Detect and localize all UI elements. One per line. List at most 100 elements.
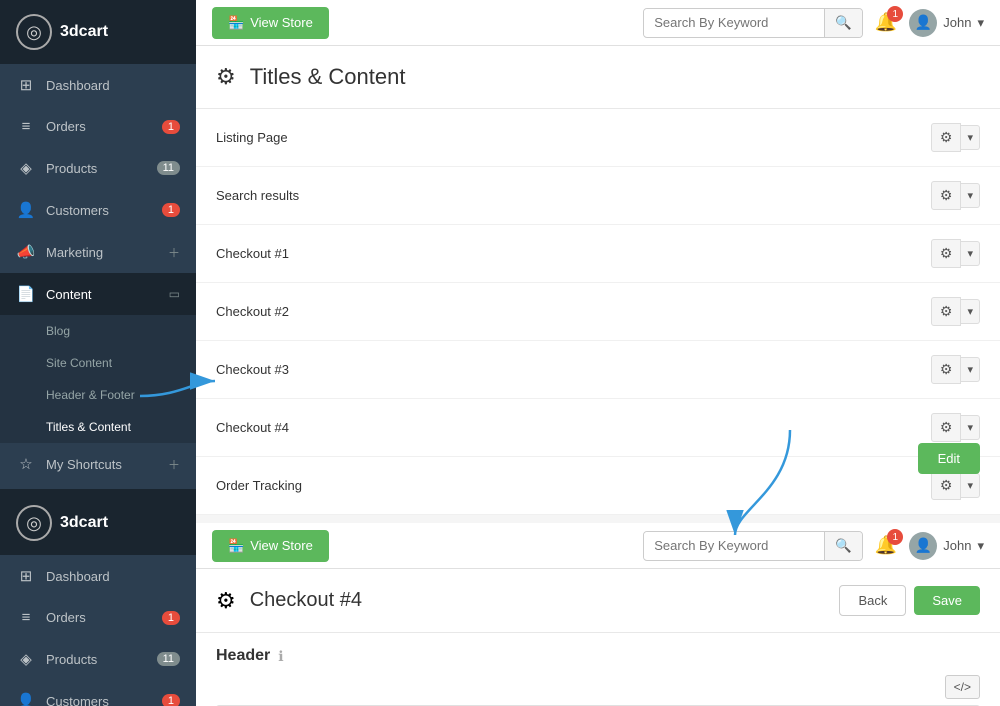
gear-caret-button[interactable]: ▾ bbox=[961, 183, 980, 208]
gear-settings-button[interactable]: ⚙ bbox=[931, 413, 962, 442]
sidebar-item-label: My Shortcuts bbox=[46, 457, 168, 472]
gear-dropdown: ⚙ ▾ bbox=[931, 123, 980, 152]
section-title: Header bbox=[216, 647, 270, 665]
list-item-checkout-4[interactable]: Checkout #4 ⚙ ▾ Edit bbox=[196, 399, 1000, 457]
notification-button[interactable]: 🔔 1 bbox=[875, 12, 897, 33]
list-item-checkout-1[interactable]: Checkout #1 ⚙ ▾ bbox=[196, 225, 1000, 283]
user-caret-icon: ▾ bbox=[977, 15, 984, 31]
collapse-icon: ▭ bbox=[169, 287, 180, 301]
sidebar-item-label: Marketing bbox=[46, 245, 168, 260]
gear-caret-button[interactable]: ▾ bbox=[961, 357, 980, 382]
sidebar-item-marketing[interactable]: 📣 Marketing ＋ bbox=[0, 231, 196, 273]
section-header: Header ℹ bbox=[196, 633, 1000, 675]
list-item-listing-page[interactable]: Listing Page ⚙ ▾ bbox=[196, 109, 1000, 167]
products-badge-2: 11 bbox=[157, 652, 180, 666]
main-content: 🏪 View Store 🔍 🔔 1 👤 John ▾ bbox=[196, 0, 1000, 706]
sidebar-item-label: Dashboard bbox=[46, 569, 180, 584]
gear-dropdown: ⚙ ▾ bbox=[931, 181, 980, 210]
user-menu-button[interactable]: 👤 John ▾ bbox=[909, 9, 984, 37]
gear-settings-button[interactable]: ⚙ bbox=[931, 297, 962, 326]
view-store-label: View Store bbox=[250, 15, 313, 30]
list-item-name: Checkout #2 bbox=[216, 304, 931, 319]
sidebar-item-customers2[interactable]: 👤 Customers 1 bbox=[0, 680, 196, 706]
store-icon: 🏪 bbox=[228, 15, 244, 31]
content-area: ⚙ Titles & Content Listing Page ⚙ ▾ Sear… bbox=[196, 46, 1000, 706]
gear-settings-button[interactable]: ⚙ bbox=[931, 239, 962, 268]
sidebar-item-products2[interactable]: ◈ Products 11 bbox=[0, 638, 196, 680]
sidebar-item-dashboard[interactable]: ⊞ Dashboard bbox=[0, 64, 196, 106]
search-input-2[interactable] bbox=[644, 532, 824, 559]
gear-icon-2: ⚙ bbox=[216, 588, 236, 614]
gear-settings-button[interactable]: ⚙ bbox=[931, 471, 962, 500]
gear-caret-button[interactable]: ▾ bbox=[961, 125, 980, 150]
sidebar-subitem-header-footer[interactable]: Header & Footer bbox=[0, 379, 196, 411]
sidebar-item-dashboard2[interactable]: ⊞ Dashboard bbox=[0, 555, 196, 597]
list-item-checkout-3[interactable]: Checkout #3 ⚙ ▾ bbox=[196, 341, 1000, 399]
sidebar-item-products[interactable]: ◈ Products 11 bbox=[0, 147, 196, 189]
user-label: John bbox=[943, 15, 971, 30]
sidebar-item-orders[interactable]: ≡ Orders 1 bbox=[0, 106, 196, 147]
header-footer-label: Header & Footer bbox=[46, 388, 135, 402]
search-button-2[interactable]: 🔍 bbox=[824, 532, 862, 560]
back-button[interactable]: Back bbox=[839, 585, 906, 616]
search-button[interactable]: 🔍 bbox=[824, 9, 862, 37]
view-store-button-2[interactable]: 🏪 View Store bbox=[212, 530, 329, 562]
sidebar-item-customers[interactable]: 👤 Customers 1 bbox=[0, 189, 196, 231]
gear-caret-button[interactable]: ▾ bbox=[961, 299, 980, 324]
sidebar: ◎ 3dcart ⊞ Dashboard ≡ Orders 1 ◈ Produc… bbox=[0, 0, 196, 706]
panel2-header: ⚙ Checkout #4 Back Save bbox=[196, 569, 1000, 633]
sidebar-subitem-blog[interactable]: Blog bbox=[0, 315, 196, 347]
customers-icon-2: 👤 bbox=[16, 692, 36, 706]
edit-popup[interactable]: Edit bbox=[918, 443, 980, 474]
list-item-search-results[interactable]: Search results ⚙ ▾ bbox=[196, 167, 1000, 225]
sidebar-subitem-site-content[interactable]: Site Content bbox=[0, 347, 196, 379]
gear-settings-button[interactable]: ⚙ bbox=[931, 355, 962, 384]
gear-dropdown: ⚙ ▾ bbox=[931, 471, 980, 500]
site-content-label: Site Content bbox=[46, 356, 112, 370]
products-icon-2: ◈ bbox=[16, 650, 36, 668]
sidebar-item-label: Products bbox=[46, 161, 157, 176]
list-item-checkout-2[interactable]: Checkout #2 ⚙ ▾ bbox=[196, 283, 1000, 341]
panel-title: Titles & Content bbox=[250, 64, 406, 90]
list-item-name: Search results bbox=[216, 188, 931, 203]
customers-badge: 1 bbox=[162, 203, 180, 217]
sidebar-item-orders2[interactable]: ≡ Orders 1 bbox=[0, 597, 196, 638]
checkout4-panel: ⚙ Checkout #4 Back Save Header ℹ </> <sc… bbox=[196, 569, 1000, 706]
list-item-name: Checkout #1 bbox=[216, 246, 931, 261]
code-view-button[interactable]: </> bbox=[945, 675, 980, 699]
marketing-icon: 📣 bbox=[16, 243, 36, 261]
sidebar-item-content[interactable]: 📄 Content ▭ bbox=[0, 273, 196, 315]
gear-dropdown: ⚙ ▾ bbox=[931, 355, 980, 384]
expand-icon: ＋ bbox=[168, 244, 180, 261]
gear-caret-button[interactable]: ▾ bbox=[961, 473, 980, 498]
search-input[interactable] bbox=[644, 9, 824, 36]
sidebar-item-label: Content bbox=[46, 287, 169, 302]
user-menu-button-2[interactable]: 👤 John ▾ bbox=[909, 532, 984, 560]
gear-caret-button[interactable]: ▾ bbox=[961, 241, 980, 266]
customers-badge-2: 1 bbox=[162, 694, 180, 706]
gear-caret-button[interactable]: ▾ bbox=[961, 415, 980, 440]
sidebar-logo-2: ◎ 3dcart bbox=[0, 491, 196, 555]
topbar: 🏪 View Store 🔍 🔔 1 👤 John ▾ bbox=[196, 0, 1000, 46]
app-container: ◎ 3dcart ⊞ Dashboard ≡ Orders 1 ◈ Produc… bbox=[0, 0, 1000, 706]
titles-content-panel: ⚙ Titles & Content Listing Page ⚙ ▾ Sear… bbox=[196, 46, 1000, 515]
info-icon[interactable]: ℹ bbox=[278, 648, 283, 665]
list-item-order-tracking[interactable]: Order Tracking ⚙ ▾ bbox=[196, 457, 1000, 515]
notification-button-2[interactable]: 🔔 1 bbox=[875, 535, 897, 556]
customers-icon: 👤 bbox=[16, 201, 36, 219]
gear-icon: ⚙ bbox=[216, 64, 236, 90]
gear-settings-button[interactable]: ⚙ bbox=[931, 181, 962, 210]
orders-icon-2: ≡ bbox=[16, 609, 36, 626]
notification-badge-2: 1 bbox=[887, 529, 903, 545]
sidebar-item-label: Customers bbox=[46, 694, 162, 706]
gear-settings-button[interactable]: ⚙ bbox=[931, 123, 962, 152]
products-icon: ◈ bbox=[16, 159, 36, 177]
view-store-button[interactable]: 🏪 View Store bbox=[212, 7, 329, 39]
save-button[interactable]: Save bbox=[914, 586, 980, 615]
sidebar-item-my-shortcuts[interactable]: ☆ My Shortcuts ＋ bbox=[0, 443, 196, 485]
products-badge: 11 bbox=[157, 161, 180, 175]
sidebar-subitem-titles-content[interactable]: Titles & Content bbox=[0, 411, 196, 443]
sidebar-item-label: Orders bbox=[46, 119, 162, 134]
content-icon: 📄 bbox=[16, 285, 36, 303]
dashboard-icon-2: ⊞ bbox=[16, 567, 36, 585]
